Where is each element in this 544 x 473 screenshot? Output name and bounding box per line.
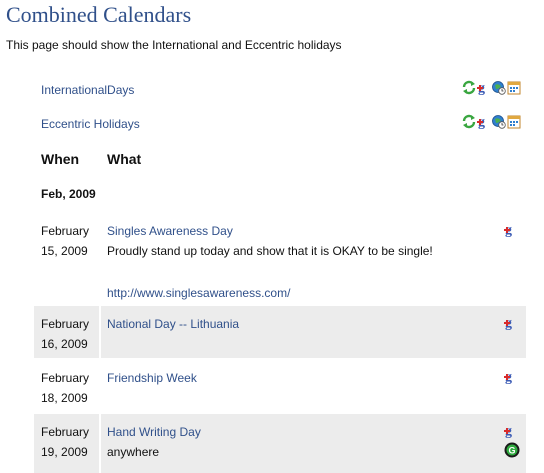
event-body: Singles Awareness Day Proudly stand up t…: [107, 221, 496, 303]
google-calendar-icon[interactable]: [477, 80, 491, 95]
event-date-line: 16, 2009: [41, 337, 88, 351]
event-body: Hand Writing Day anywhere: [107, 422, 496, 462]
clock-icon[interactable]: [492, 80, 506, 95]
refresh-icon[interactable]: [462, 114, 476, 129]
event-title-link[interactable]: Friendship Week: [107, 371, 197, 385]
event-row: February 18, 2009 Friendship Week: [34, 360, 526, 412]
calendar-actions: [462, 114, 521, 129]
event-date-line: February: [41, 371, 90, 385]
month-group-header: Feb, 2009: [41, 187, 96, 201]
page-title: Combined Calendars: [6, 2, 192, 27]
google-calendar-icon[interactable]: [504, 315, 518, 330]
event-date-line: 15, 2009: [41, 244, 88, 258]
google-calendar-icon[interactable]: [504, 369, 518, 384]
event-row: February 19, 2009 Hand Writing Day anywh…: [34, 414, 526, 473]
event-date: February 18, 2009: [41, 368, 99, 408]
map-icon[interactable]: [504, 442, 520, 458]
clock-icon[interactable]: [492, 114, 506, 129]
refresh-icon[interactable]: [462, 80, 476, 95]
event-title-link[interactable]: Singles Awareness Day: [107, 224, 233, 238]
event-date-line: February: [41, 425, 90, 439]
event-body: Friendship Week: [107, 368, 496, 388]
event-title-link[interactable]: Hand Writing Day: [107, 425, 201, 439]
calendar-link-eccentric[interactable]: Eccentric Holidays: [41, 117, 140, 131]
google-calendar-icon[interactable]: [504, 423, 518, 438]
what-column-header: What: [107, 151, 142, 167]
google-calendar-icon[interactable]: [504, 222, 518, 237]
calendar-icon[interactable]: [507, 114, 521, 129]
event-date-line: 19, 2009: [41, 445, 88, 459]
event-location: anywhere: [107, 445, 160, 459]
event-date: February 15, 2009: [41, 221, 99, 261]
event-date-line: February: [41, 317, 90, 331]
event-external-link[interactable]: http://www.singlesawareness.com/: [107, 286, 290, 300]
event-date: February 19, 2009: [41, 422, 99, 462]
calendar-actions: [462, 80, 521, 95]
event-row: February 16, 2009 National Day -- Lithua…: [34, 306, 526, 358]
calendar-icon[interactable]: [507, 80, 521, 95]
calendar-link-international[interactable]: InternationalDays: [41, 83, 134, 97]
calendar-row-international: InternationalDays: [41, 80, 521, 100]
event-date: February 16, 2009: [41, 314, 99, 354]
event-date-line: February: [41, 224, 90, 238]
google-calendar-icon[interactable]: [477, 114, 491, 129]
calendar-row-eccentric: Eccentric Holidays: [41, 114, 521, 134]
when-column-header: When: [41, 151, 80, 167]
event-row: February 15, 2009 Singles Awareness Day …: [34, 213, 526, 303]
event-body: National Day -- Lithuania: [107, 314, 496, 334]
event-date-line: 18, 2009: [41, 391, 88, 405]
event-title-link[interactable]: National Day -- Lithuania: [107, 317, 239, 331]
page-subtitle: This page should show the International …: [6, 38, 342, 52]
event-description: Proudly stand up today and show that it …: [107, 244, 433, 258]
